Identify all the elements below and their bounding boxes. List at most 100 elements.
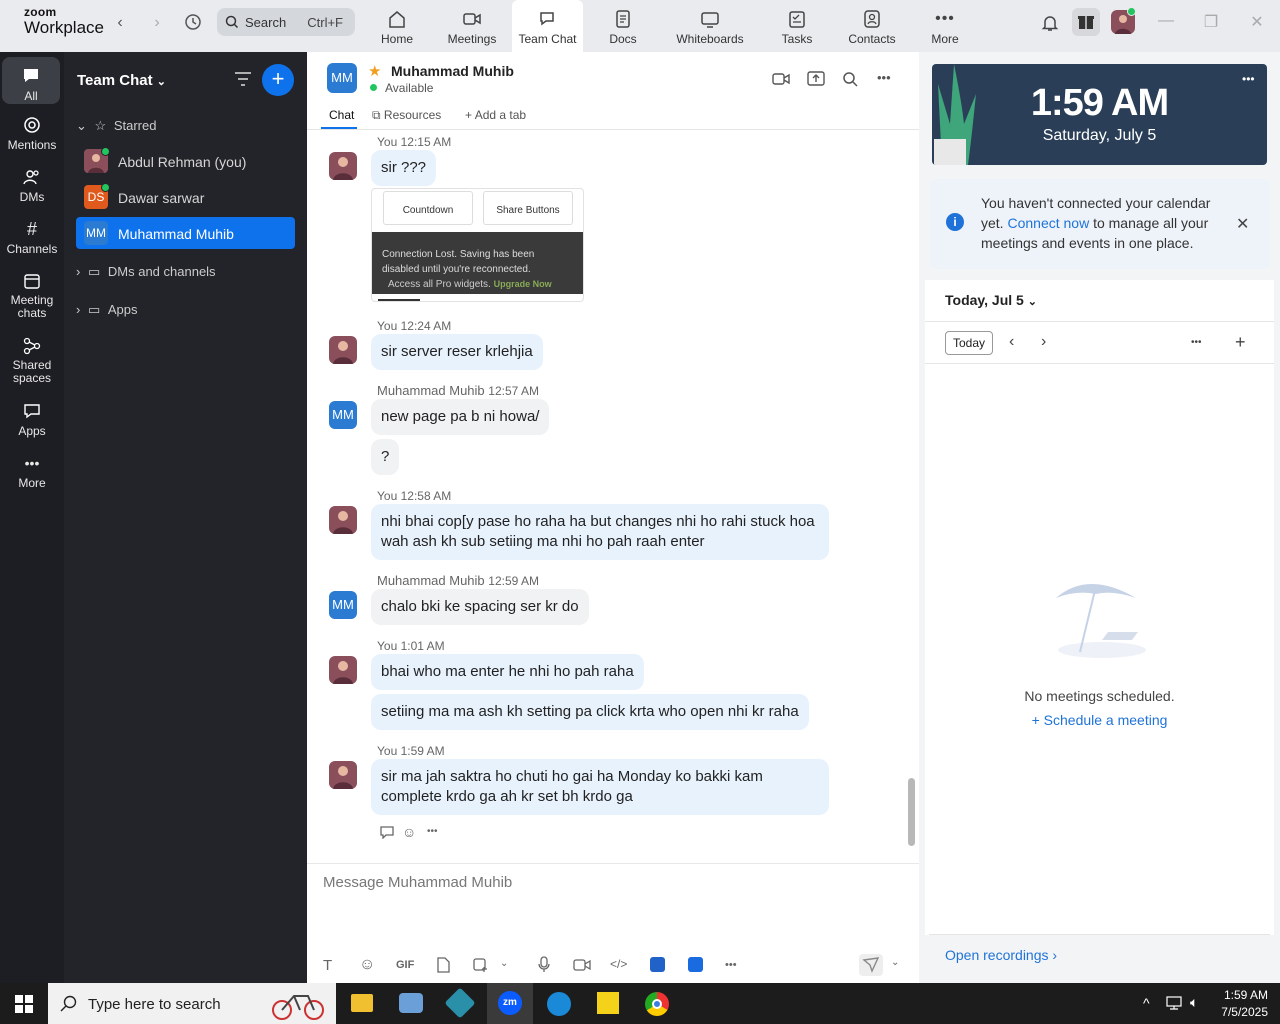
rail-item-all[interactable]: All xyxy=(2,57,60,104)
app-icon-2[interactable] xyxy=(444,987,476,1019)
message-bubble[interactable]: chalo bki ke spacing ser kr do xyxy=(371,589,589,625)
new-chat-button[interactable]: + xyxy=(262,64,294,96)
back-arrow-icon[interactable]: ‹ xyxy=(110,14,130,34)
message-bubble[interactable]: sir server reser krlehjia xyxy=(371,334,543,370)
rail-item-dms[interactable]: DMs xyxy=(0,167,64,204)
tab-meetings[interactable]: Meetings xyxy=(440,0,504,52)
tab-add[interactable]: + Add a tab xyxy=(465,108,526,122)
more-icon[interactable]: ••• xyxy=(725,959,737,971)
bell-icon[interactable] xyxy=(1040,13,1060,33)
windows-start-icon[interactable] xyxy=(15,995,33,1013)
tab-team-chat[interactable]: Team Chat xyxy=(512,0,583,52)
screenshot-icon[interactable] xyxy=(472,957,488,973)
chevron-down-icon[interactable]: ⌄ xyxy=(500,958,508,969)
tab-docs[interactable]: Docs xyxy=(596,0,650,52)
more-icon[interactable]: ••• xyxy=(427,826,438,837)
scrollbar[interactable] xyxy=(908,778,915,846)
send-button[interactable] xyxy=(859,954,883,976)
tab-more-label: More xyxy=(931,32,959,46)
chevron-down-icon[interactable]: ⌄ xyxy=(891,957,899,968)
open-recordings-link[interactable]: Open recordings › xyxy=(945,947,1057,963)
tab-add-label: Add a tab xyxy=(474,108,527,122)
message-bubble[interactable]: nhi bhai cop[y pase ho raha ha but chang… xyxy=(371,504,829,560)
code-icon[interactable]: </> xyxy=(610,957,627,971)
schedule-meeting-link[interactable]: + Schedule a meeting xyxy=(925,712,1274,728)
rail-item-mentions[interactable]: Mentions xyxy=(0,115,64,152)
message-input[interactable]: Message Muhammad Muhib xyxy=(323,874,512,891)
more-icon[interactable]: ••• xyxy=(1191,337,1202,348)
message-bubble[interactable]: ? xyxy=(371,439,400,475)
app-icon[interactable] xyxy=(650,957,665,972)
connect-now-link[interactable]: Connect now xyxy=(1007,215,1089,231)
apps-section[interactable]: › ▭ Apps xyxy=(76,302,138,318)
app-icon[interactable] xyxy=(399,993,423,1013)
app-icon-2[interactable] xyxy=(688,957,703,972)
prev-day-icon[interactable]: ‹ xyxy=(1009,333,1014,351)
rail-item-shared-spaces[interactable]: Shared spaces xyxy=(0,336,64,385)
rail-item-meeting-chats[interactable]: Meeting chats xyxy=(0,271,64,320)
search-bar[interactable]: Search Ctrl+F xyxy=(217,8,355,36)
share-buttons-card[interactable]: Share Buttons xyxy=(483,191,573,225)
more-icon[interactable]: ••• xyxy=(1242,72,1255,86)
gift-icon[interactable] xyxy=(1072,8,1100,36)
rail-item-more[interactable]: ••• More xyxy=(0,453,64,490)
upgrade-link[interactable]: Upgrade Now xyxy=(494,279,552,289)
rail-item-channels[interactable]: # Channels xyxy=(0,219,64,256)
file-explorer-icon[interactable] xyxy=(351,994,373,1012)
tab-resources[interactable]: ⧉ Resources xyxy=(372,108,441,123)
microphone-icon[interactable] xyxy=(538,956,550,973)
system-clock[interactable]: 1:59 AM 7/5/2025 xyxy=(1214,987,1268,1021)
gif-button[interactable]: GIF xyxy=(396,959,414,971)
emoji-react-icon[interactable]: ☺ xyxy=(402,824,416,840)
chevron-up-icon[interactable]: ^ xyxy=(1143,995,1150,1011)
rail-item-apps[interactable]: Apps xyxy=(0,401,64,438)
text-format-icon[interactable]: T xyxy=(323,957,332,974)
tab-more[interactable]: ••• More xyxy=(920,0,970,52)
video-message-icon[interactable] xyxy=(573,959,591,971)
close-icon[interactable]: ✕ xyxy=(1236,214,1249,234)
contact-item-muhib[interactable]: MM Muhammad Muhib xyxy=(76,217,295,249)
message-bubble[interactable]: bhai who ma enter he nhi ho pah raha xyxy=(371,654,644,690)
taskbar-search[interactable]: Type here to search xyxy=(48,983,336,1024)
chrome-icon[interactable] xyxy=(645,992,669,1016)
tab-whiteboards[interactable]: Whiteboards xyxy=(670,0,750,52)
filter-icon[interactable] xyxy=(234,71,252,87)
countdown-card[interactable]: Countdown xyxy=(383,191,473,225)
contact-item-abdul[interactable]: Abdul Rehman (you) xyxy=(76,145,295,177)
share-screen-icon[interactable] xyxy=(807,71,825,87)
add-event-icon[interactable]: + xyxy=(1235,332,1246,353)
volume-icon[interactable]: 🔈︎ xyxy=(1190,994,1198,1011)
file-icon[interactable] xyxy=(436,957,450,973)
starred-section[interactable]: ⌄ ☆ Starred xyxy=(76,118,156,134)
zoom-taskbar-item[interactable]: zm xyxy=(487,983,533,1024)
contact-item-dawar[interactable]: DS Dawar sarwar xyxy=(76,181,295,213)
video-icon[interactable] xyxy=(772,72,790,86)
tab-tasks[interactable]: Tasks xyxy=(770,0,824,52)
dms-channels-section[interactable]: › ▭ DMs and channels xyxy=(76,264,216,280)
history-icon[interactable] xyxy=(183,12,203,32)
emoji-icon[interactable]: ☺ xyxy=(359,956,375,974)
close-icon[interactable]: ✕ xyxy=(1245,12,1269,36)
today-button[interactable]: Today xyxy=(945,331,993,355)
maximize-icon[interactable]: ❐ xyxy=(1199,12,1223,36)
side-title[interactable]: Team Chat ⌄ xyxy=(77,72,166,89)
message-bubble[interactable]: new page pa b ni howa/ xyxy=(371,399,550,435)
star-icon[interactable]: ★ xyxy=(368,62,381,80)
reply-icon[interactable] xyxy=(379,825,395,839)
sticky-notes-icon[interactable] xyxy=(597,992,619,1014)
tab-contacts[interactable]: Contacts xyxy=(843,0,901,52)
minimize-icon[interactable]: — xyxy=(1154,12,1178,36)
message-bubble[interactable]: sir ??? xyxy=(371,150,437,186)
message-bubble[interactable]: sir ma jah saktra ho chuti ho gai ha Mon… xyxy=(371,759,829,815)
tab-chat[interactable]: Chat xyxy=(329,108,354,122)
forward-arrow-icon[interactable]: › xyxy=(147,14,167,34)
edge-icon[interactable] xyxy=(547,992,571,1016)
day-selector[interactable]: Today, Jul 5 ⌄ xyxy=(945,292,1037,308)
message-bubble[interactable]: setiing ma ma ash kh setting pa click kr… xyxy=(371,694,809,730)
chat-header: MM ★ Muhammad Muhib Available ••• Chat ⧉… xyxy=(307,52,919,130)
tab-home[interactable]: Home xyxy=(370,0,424,52)
search-icon[interactable] xyxy=(842,71,858,87)
network-icon[interactable] xyxy=(1166,996,1182,1010)
next-day-icon[interactable]: › xyxy=(1041,333,1046,351)
more-icon[interactable]: ••• xyxy=(877,70,891,85)
